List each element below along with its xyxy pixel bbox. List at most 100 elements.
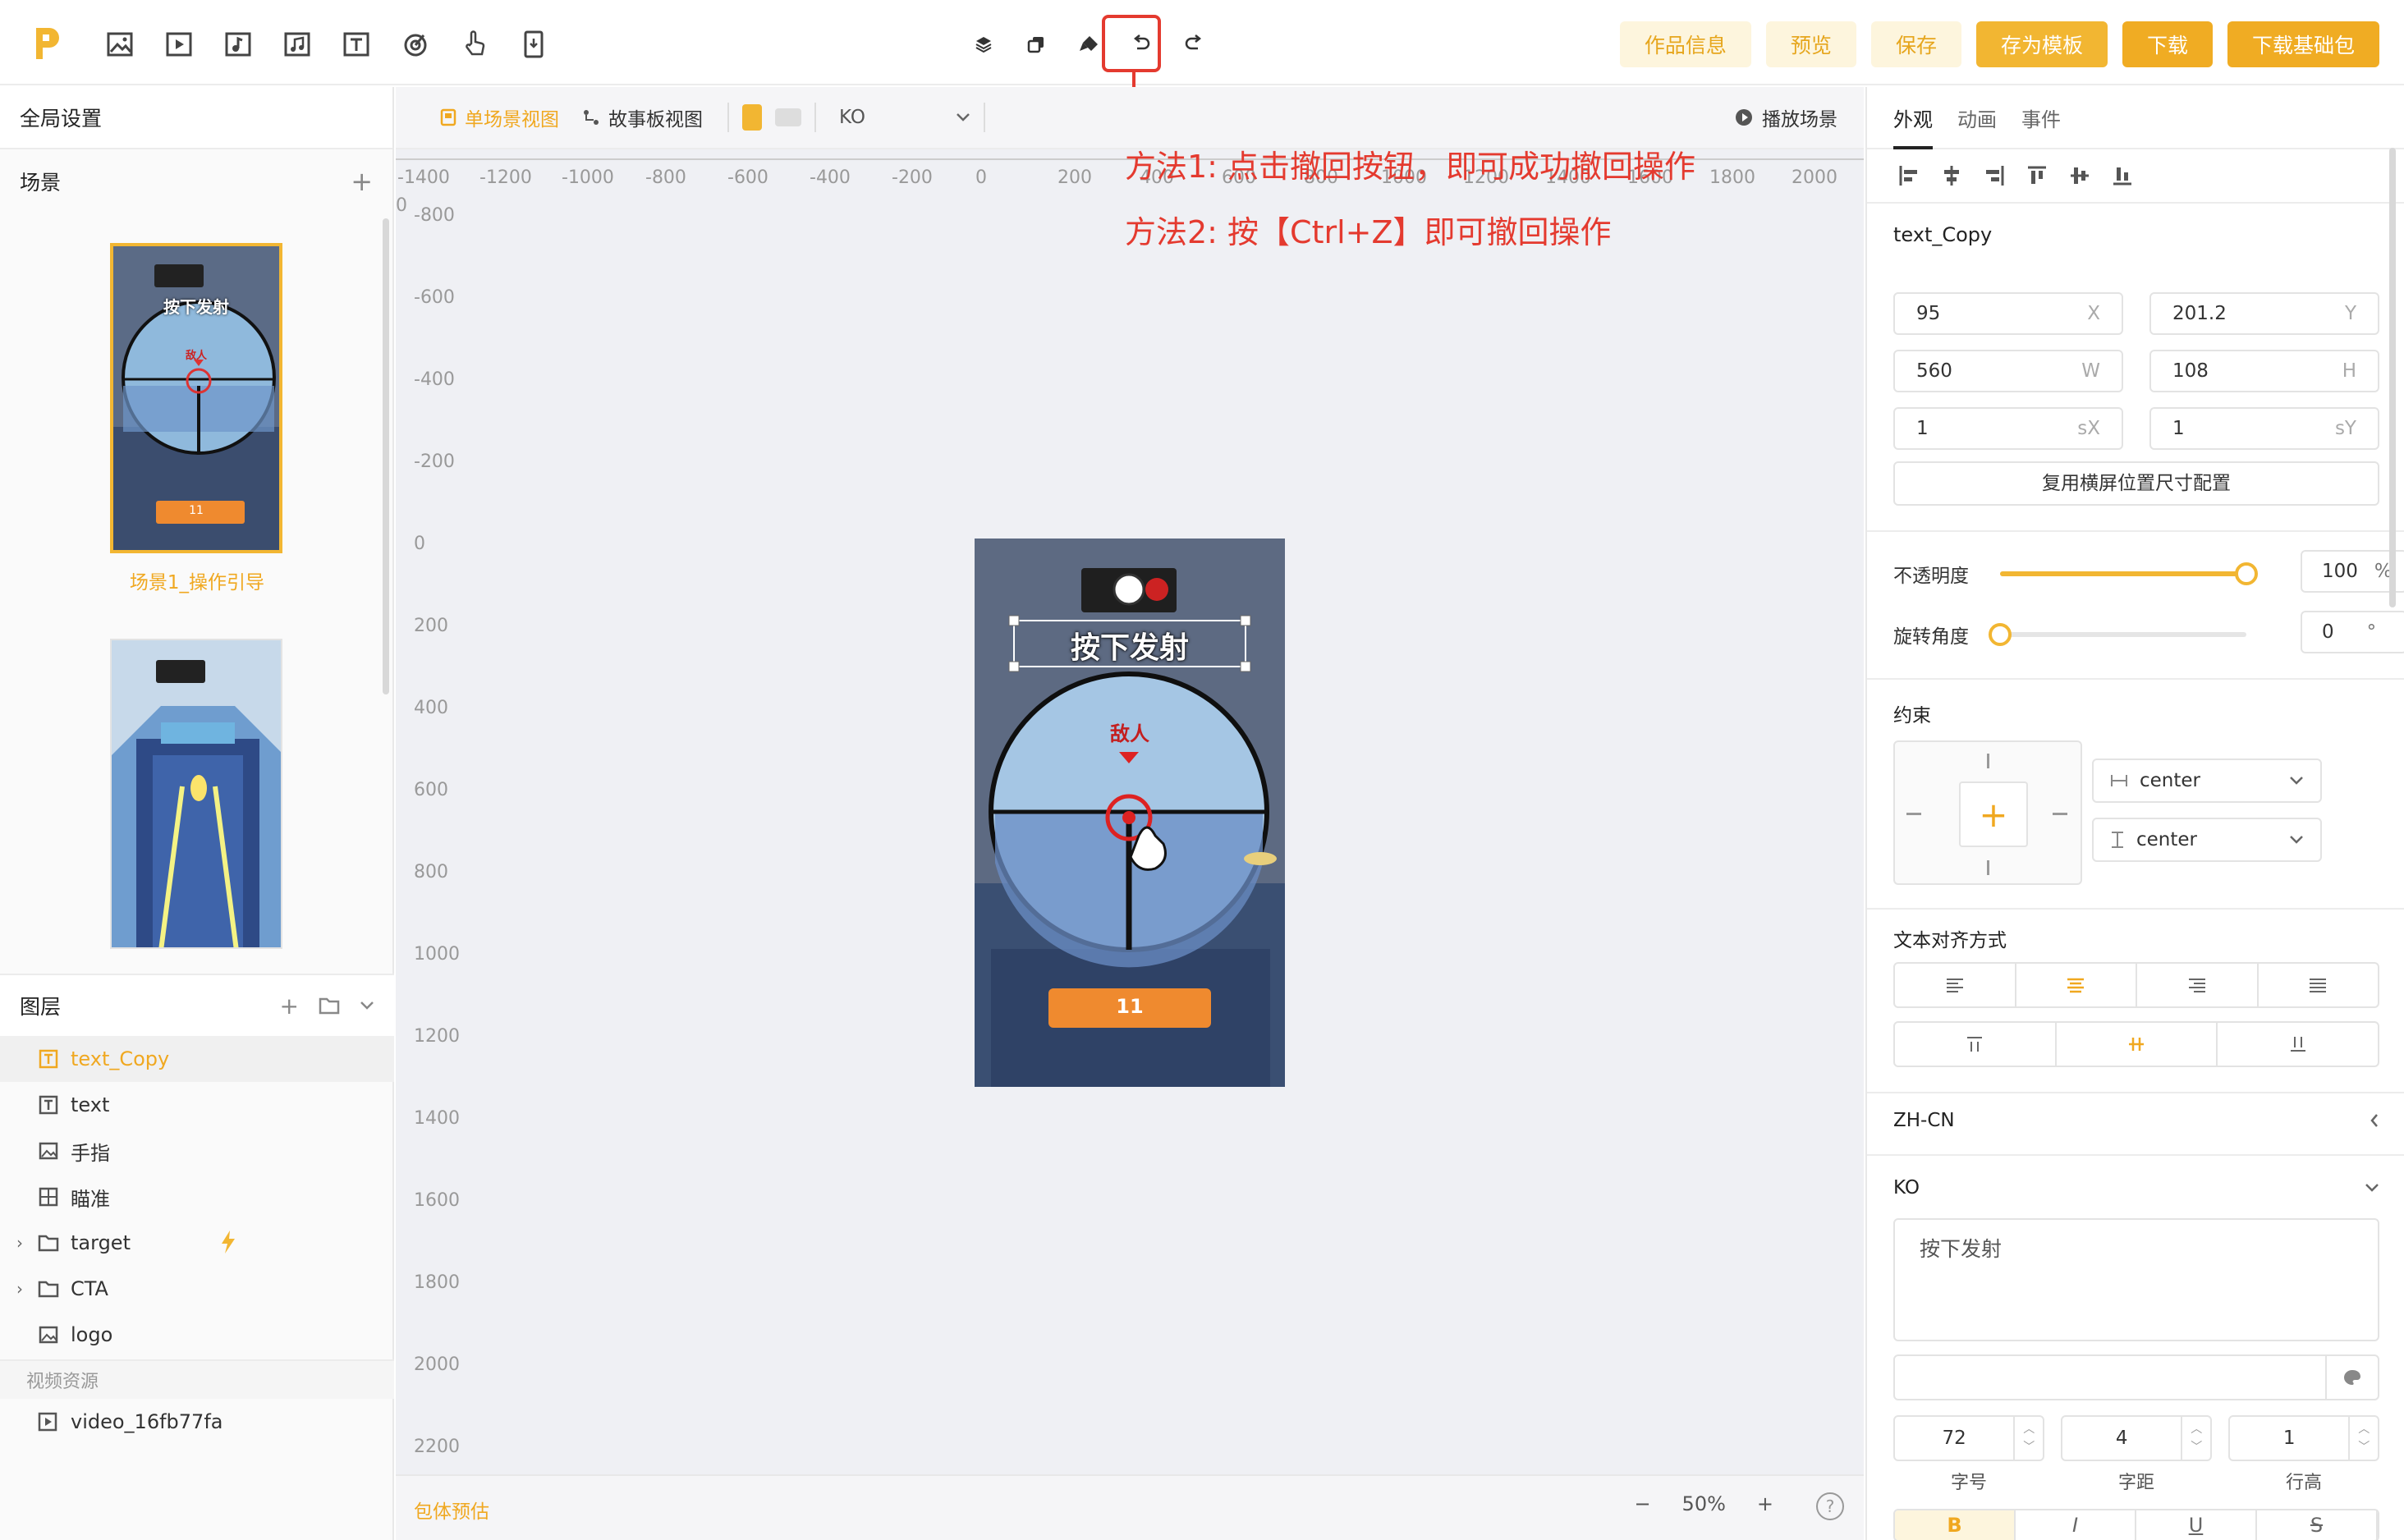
properties-scrollbar[interactable] xyxy=(2389,148,2396,607)
text-icon[interactable] xyxy=(327,28,386,61)
text-align-justify-icon[interactable] xyxy=(2259,964,2379,1006)
zoom-in-button[interactable]: + xyxy=(1757,1492,1773,1515)
save-button[interactable]: 保存 xyxy=(1870,21,1961,67)
redo-icon[interactable] xyxy=(1168,28,1220,61)
align-center-h-icon[interactable] xyxy=(1941,164,1962,187)
play-scene-button[interactable]: 播放场景 xyxy=(1734,103,1837,131)
align-center-v-icon[interactable] xyxy=(2069,164,2090,187)
tab-events[interactable]: 事件 xyxy=(2021,103,2061,132)
reuse-landscape-config-button[interactable]: 复用横屏位置尺寸配置 xyxy=(1893,461,2379,506)
target-icon[interactable] xyxy=(386,28,445,61)
scene-thumbnail-2[interactable] xyxy=(110,639,282,949)
line-height-input[interactable]: 1 ︿ ﹀ xyxy=(2228,1415,2379,1461)
video-resource-item[interactable]: video_16fb77fa xyxy=(0,1399,394,1445)
work-info-button[interactable]: 作品信息 xyxy=(1619,21,1751,67)
layers-icon[interactable] xyxy=(957,28,1010,61)
phone-icon[interactable] xyxy=(504,28,563,61)
preview-button[interactable]: 预览 xyxy=(1765,21,1856,67)
download-base-button[interactable]: 下载基础包 xyxy=(2227,21,2379,67)
rotation-slider[interactable] xyxy=(1989,623,2246,646)
image-icon[interactable] xyxy=(90,28,149,61)
add-layer-icon[interactable]: + xyxy=(280,992,299,1020)
line-height-stepper[interactable]: ︿ ﹀ xyxy=(2348,1417,2378,1460)
scale-x-field[interactable]: 1 sX xyxy=(1893,407,2123,450)
expand-caret-icon[interactable]: › xyxy=(16,1233,36,1253)
text-align-left-icon[interactable] xyxy=(1895,964,2016,1006)
text-color-input[interactable] xyxy=(1893,1354,2379,1400)
constraint-vertical-select[interactable]: center xyxy=(2092,818,2322,862)
layer-item-logo[interactable]: logo xyxy=(0,1312,394,1358)
x-field[interactable]: 95 X xyxy=(1893,292,2123,335)
chevron-down-icon[interactable] xyxy=(360,1001,374,1011)
scene-preview[interactable]: 按下发射 敌人 11 xyxy=(975,539,1285,1087)
chevron-down-icon[interactable]: ﹀ xyxy=(2191,1438,2202,1456)
align-right-icon[interactable] xyxy=(1984,164,2005,187)
layer-item-target[interactable]: › target xyxy=(0,1220,394,1266)
lang-ko-row[interactable]: KO xyxy=(1893,1177,2379,1199)
constraint-widget[interactable]: + xyxy=(1893,740,2082,885)
layer-item-finger[interactable]: 手指 xyxy=(0,1128,394,1174)
align-bottom-icon[interactable] xyxy=(2112,164,2133,187)
constraint-left-tick[interactable] xyxy=(1906,813,1921,815)
lang-zh-cn-row[interactable]: ZH-CN xyxy=(1893,1110,2379,1131)
copy-icon[interactable] xyxy=(1010,28,1062,61)
text-align-right-icon[interactable] xyxy=(2137,964,2259,1006)
letter-spacing-input[interactable]: 4 ︿ ﹀ xyxy=(2061,1415,2212,1461)
layer-item-aim[interactable]: 瞄准 xyxy=(0,1174,394,1220)
valign-bottom-icon[interactable] xyxy=(2218,1023,2378,1066)
orientation-portrait-swatch[interactable] xyxy=(742,104,762,131)
rotation-slider-knob[interactable] xyxy=(1989,623,2012,646)
bold-button[interactable]: B xyxy=(1895,1510,2016,1540)
language-select[interactable]: KO xyxy=(829,107,970,128)
chevron-up-icon[interactable]: ︿ xyxy=(2023,1420,2035,1438)
y-field[interactable]: 201.2 Y xyxy=(2149,292,2379,335)
add-scene-icon[interactable]: + xyxy=(351,166,373,197)
height-field[interactable]: 108 H xyxy=(2149,350,2379,392)
chevron-down-icon[interactable]: ﹀ xyxy=(2358,1438,2370,1456)
layer-item-text[interactable]: text xyxy=(0,1082,394,1128)
expand-caret-icon[interactable]: › xyxy=(16,1279,36,1299)
constraint-top-tick[interactable] xyxy=(1987,754,1989,768)
video-icon[interactable] xyxy=(149,28,209,61)
package-estimate-link[interactable]: 包体预估 xyxy=(414,1496,489,1524)
align-left-icon[interactable] xyxy=(1898,164,1920,187)
strikethrough-button[interactable]: S xyxy=(2257,1510,2378,1540)
orientation-landscape-swatch[interactable] xyxy=(775,108,801,126)
font-size-stepper[interactable]: ︿ ﹀ xyxy=(2013,1417,2043,1460)
constraint-horizontal-select[interactable]: center xyxy=(2092,759,2322,803)
opacity-slider-knob[interactable] xyxy=(2235,562,2258,585)
chevron-up-icon[interactable]: ︿ xyxy=(2191,1420,2202,1438)
opacity-slider[interactable] xyxy=(2000,562,2258,585)
canvas-area[interactable]: -1400 -1200 -1000 -800 -600 -400 -200 0 … xyxy=(396,149,1864,1474)
folder-add-icon[interactable] xyxy=(319,997,340,1015)
download-button[interactable]: 下载 xyxy=(2122,21,2213,67)
rotation-input[interactable]: 0 ° xyxy=(2301,611,2404,653)
italic-button[interactable]: I xyxy=(2016,1510,2136,1540)
valign-middle-icon[interactable] xyxy=(2057,1023,2218,1066)
letter-spacing-stepper[interactable]: ︿ ﹀ xyxy=(2181,1417,2210,1460)
tab-appearance[interactable]: 外观 xyxy=(1893,103,1933,132)
layer-item-cta[interactable]: › CTA xyxy=(0,1266,394,1312)
music-icon[interactable] xyxy=(268,28,327,61)
tab-storyboard[interactable]: 故事板视图 xyxy=(571,103,714,131)
width-field[interactable]: 560 W xyxy=(1893,350,2123,392)
scene-thumbnail-1[interactable]: 按下发射 敌人 11 xyxy=(110,243,282,553)
constraint-center-plus-icon[interactable]: + xyxy=(1959,781,2028,847)
scale-y-field[interactable]: 1 sY xyxy=(2149,407,2379,450)
audio-note-icon[interactable] xyxy=(209,28,268,61)
constraint-right-tick[interactable] xyxy=(2053,813,2067,815)
scenes-scrollbar[interactable] xyxy=(383,218,389,694)
chevron-up-icon[interactable]: ︿ xyxy=(2358,1420,2370,1438)
font-size-input[interactable]: 72 ︿ ﹀ xyxy=(1893,1415,2044,1461)
underline-button[interactable]: U xyxy=(2136,1510,2257,1540)
palette-icon[interactable] xyxy=(2325,1356,2378,1399)
help-icon[interactable]: ? xyxy=(1816,1492,1844,1520)
scene-1-label[interactable]: 场景1_操作引导 xyxy=(0,566,394,594)
save-template-button[interactable]: 存为模板 xyxy=(1975,21,2108,67)
text-align-center-icon[interactable] xyxy=(2016,964,2137,1006)
app-logo[interactable] xyxy=(31,25,64,62)
tab-animation[interactable]: 动画 xyxy=(1957,103,1997,132)
align-top-icon[interactable] xyxy=(2026,164,2048,187)
hand-icon[interactable] xyxy=(445,28,504,61)
tab-single-scene[interactable]: 单场景视图 xyxy=(429,103,571,131)
